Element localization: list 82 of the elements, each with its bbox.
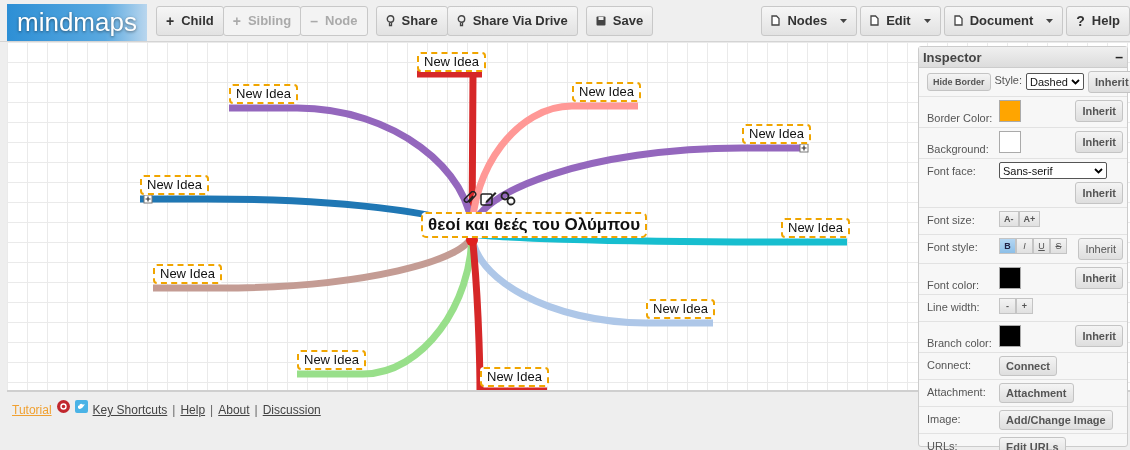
toolbar-button[interactable]: Share bbox=[375, 5, 448, 36]
toolbar-button[interactable]: Save bbox=[585, 5, 654, 36]
lightbulb-icon bbox=[456, 14, 466, 27]
menu-button[interactable]: Edit bbox=[860, 5, 941, 36]
field-label: Background: bbox=[927, 143, 989, 155]
field-label: Branch color: bbox=[927, 337, 989, 349]
text-style-button[interactable]: I bbox=[1016, 238, 1033, 254]
chevron-icon bbox=[1070, 78, 1080, 85]
step-button[interactable]: + bbox=[1016, 298, 1033, 314]
field-label: Font size: bbox=[927, 213, 976, 226]
action-button[interactable]: Connect bbox=[999, 356, 1057, 376]
separator: | bbox=[254, 403, 258, 417]
mindmap-node[interactable]: New Idea bbox=[646, 299, 715, 319]
menu-button[interactable]: Nodes bbox=[761, 5, 858, 36]
expand-icon[interactable] bbox=[799, 143, 809, 153]
toolbar-button[interactable]: + Child bbox=[156, 5, 224, 36]
document-icon bbox=[771, 15, 781, 26]
inspector-title: Inspector bbox=[923, 49, 982, 65]
field-label: Line width: bbox=[927, 300, 981, 313]
mindmap-node[interactable]: New Idea bbox=[153, 264, 222, 284]
inherit-button[interactable]: Inherit bbox=[1087, 71, 1130, 93]
mindmap-node[interactable]: New Idea bbox=[417, 52, 486, 72]
step-button[interactable]: A+ bbox=[1018, 211, 1041, 227]
action-button[interactable]: Add/Change Image bbox=[999, 410, 1113, 430]
color-swatch[interactable] bbox=[999, 131, 1021, 153]
mindmap-node[interactable]: New Idea bbox=[229, 84, 298, 104]
step-button[interactable]: A- bbox=[999, 211, 1019, 227]
field-label: Font color: bbox=[927, 279, 980, 291]
mindmap-node[interactable]: New Idea bbox=[480, 367, 549, 387]
footer-link[interactable]: Help bbox=[180, 403, 206, 417]
separator: | bbox=[172, 403, 176, 417]
menu-button[interactable]: Document bbox=[943, 5, 1064, 36]
mindmap-node[interactable]: New Idea bbox=[781, 218, 850, 238]
menu-button[interactable]: ? Help bbox=[1066, 5, 1130, 36]
lightbulb-icon bbox=[385, 14, 395, 27]
footer-link[interactable]: Discussion bbox=[262, 403, 321, 417]
color-swatch[interactable] bbox=[999, 325, 1021, 347]
hide-border-button[interactable]: Hide Border bbox=[927, 73, 991, 91]
field-label: Font style: bbox=[927, 240, 979, 253]
expand-icon[interactable] bbox=[143, 194, 153, 204]
mindmap-node[interactable]: New Idea bbox=[572, 82, 641, 102]
edit-icon[interactable] bbox=[480, 191, 497, 206]
link-icon[interactable] bbox=[500, 191, 516, 206]
field-label: Connect: bbox=[927, 358, 973, 371]
toolbar-button[interactable]: Share Via Drive bbox=[446, 5, 578, 36]
mindmap-node[interactable]: New Idea bbox=[297, 350, 366, 370]
footer-link[interactable]: Key Shortcuts bbox=[92, 403, 168, 417]
inherit-button[interactable]: Inherit bbox=[1075, 325, 1123, 347]
mindmap-node[interactable]: New Idea bbox=[140, 175, 209, 195]
app-logo: mindmaps bbox=[7, 4, 147, 41]
inherit-button[interactable]: Inherit bbox=[1075, 131, 1123, 153]
footer-link[interactable]: About bbox=[218, 403, 250, 417]
document-icon bbox=[953, 15, 963, 26]
step-button[interactable]: - bbox=[999, 298, 1016, 314]
inherit-button[interactable]: Inherit bbox=[1075, 267, 1123, 289]
color-swatch[interactable] bbox=[999, 267, 1021, 289]
field-label: Image: bbox=[927, 412, 962, 425]
inherit-button[interactable]: Inherit bbox=[1078, 238, 1123, 260]
paperclip-icon[interactable] bbox=[463, 191, 477, 206]
document-icon bbox=[870, 15, 880, 26]
field-label: Style: bbox=[994, 73, 1023, 86]
field-label: Attachment: bbox=[927, 385, 987, 398]
separator: | bbox=[210, 403, 214, 417]
field-label: Font face: bbox=[927, 164, 977, 177]
text-style-button[interactable]: B bbox=[999, 238, 1016, 254]
text-style-button[interactable]: S bbox=[1050, 238, 1067, 254]
field-label: URLs: bbox=[927, 439, 959, 450]
text-style-button[interactable]: U bbox=[1033, 238, 1050, 254]
social-icon[interactable] bbox=[56, 400, 70, 413]
style-dropdown[interactable]: Dashed bbox=[1026, 73, 1084, 90]
color-swatch[interactable] bbox=[999, 100, 1021, 122]
mindmap-root-node[interactable]: θεοί και θεές του Ολύμπου bbox=[421, 212, 648, 238]
mindmap-node[interactable]: New Idea bbox=[742, 124, 811, 144]
caret-icon bbox=[840, 18, 848, 23]
font-dropdown[interactable]: Sans-serif bbox=[999, 162, 1107, 179]
inherit-button[interactable]: Inherit bbox=[1075, 182, 1123, 204]
action-button[interactable]: Attachment bbox=[999, 383, 1074, 403]
minimize-button[interactable]: – bbox=[1115, 49, 1123, 65]
caret-icon bbox=[1046, 18, 1054, 23]
inherit-button[interactable]: Inherit bbox=[1075, 100, 1123, 122]
chevron-icon bbox=[1094, 167, 1103, 174]
caret-icon bbox=[923, 18, 931, 23]
